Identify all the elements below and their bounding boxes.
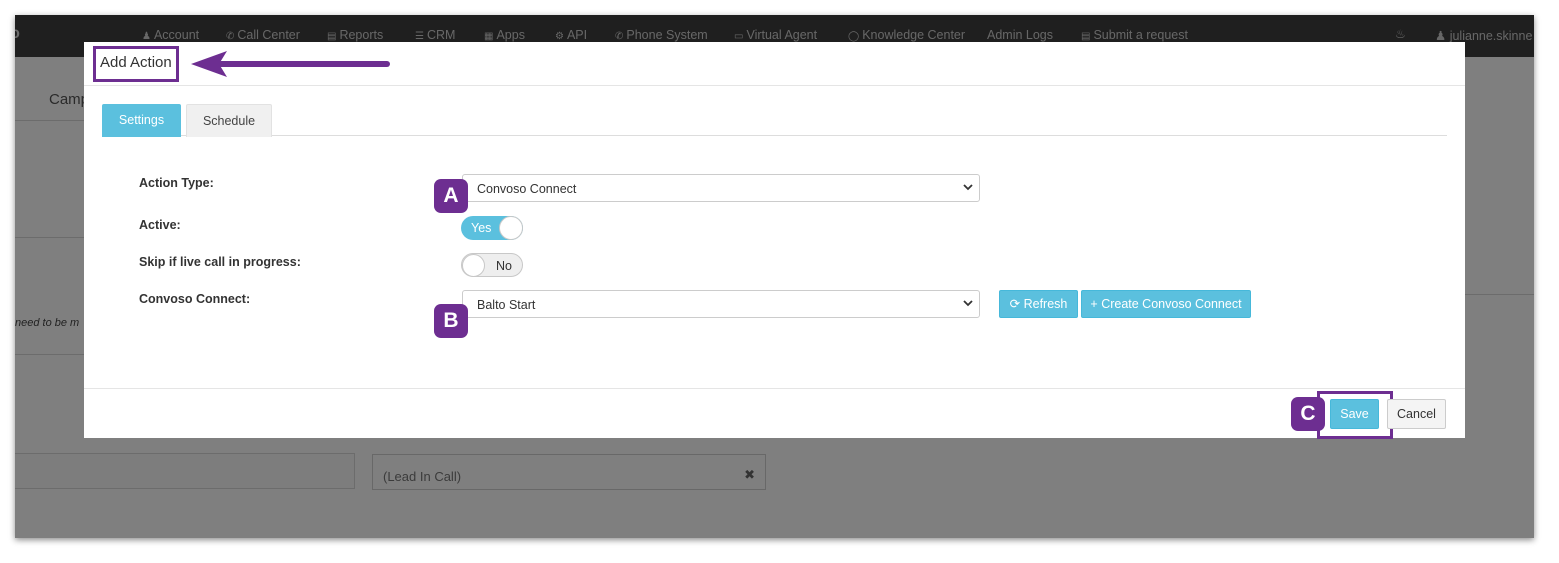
modal-title: Add Action (93, 46, 179, 82)
save-button[interactable]: Save (1330, 399, 1379, 429)
chevron-down-icon (963, 184, 973, 191)
active-toggle[interactable]: Yes (461, 216, 523, 240)
convoso-connect-select[interactable]: Balto Start (462, 290, 980, 318)
active-label: Active: (139, 218, 181, 232)
tab-schedule[interactable]: Schedule (186, 104, 272, 137)
annotation-badge-b: B (434, 304, 468, 338)
toggle-knob (462, 254, 485, 277)
action-type-label: Action Type: (139, 176, 214, 190)
toggle-knob (499, 216, 523, 240)
modal-tabs: Settings Schedule (102, 104, 1447, 137)
arrow-annotation-icon (191, 51, 390, 77)
chevron-down-icon (963, 300, 973, 307)
cancel-button[interactable]: Cancel (1387, 399, 1446, 429)
refresh-button[interactable]: ⟳ Refresh (999, 290, 1078, 318)
add-action-modal: Add Action Settings Schedule Action Type… (84, 42, 1465, 439)
refresh-icon: ⟳ (1009, 297, 1021, 311)
tab-settings[interactable]: Settings (102, 104, 181, 137)
modal-footer (84, 388, 1465, 438)
annotation-badge-a: A (434, 179, 468, 213)
screenshot-frame: ɔ ♟Account ✆Call Center ▤Reports ☰CRM ▦A… (15, 15, 1534, 538)
action-type-select[interactable]: Convoso Connect (462, 174, 980, 202)
skip-live-call-label: Skip if live call in progress: (139, 255, 301, 269)
skip-live-call-toggle[interactable]: No (461, 253, 523, 277)
convoso-connect-label: Convoso Connect: (139, 292, 251, 306)
create-convoso-connect-button[interactable]: + Create Convoso Connect (1081, 290, 1251, 318)
